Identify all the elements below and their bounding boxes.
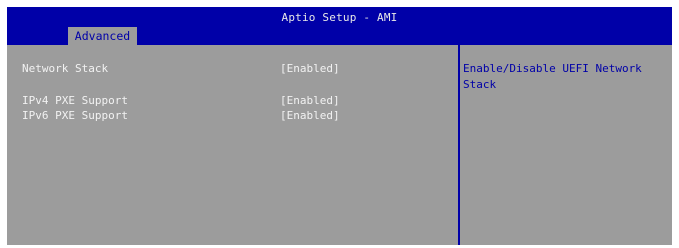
help-text-line: Stack xyxy=(463,78,497,91)
setting-value[interactable]: [Enabled] xyxy=(280,62,340,76)
setting-label: IPv6 PXE Support xyxy=(22,109,128,122)
setting-value[interactable]: [Enabled] xyxy=(280,109,340,123)
setting-value[interactable]: [Enabled] xyxy=(280,94,340,108)
setting-network-stack[interactable]: Network Stack [Enabled] xyxy=(7,62,452,76)
help-panel: Enable/Disable UEFI Network Stack xyxy=(463,61,663,93)
panel-divider xyxy=(458,45,460,245)
setting-label: Network Stack xyxy=(22,62,109,75)
title-bar: Aptio Setup - AMI Advanced xyxy=(7,7,672,45)
setting-ipv4-pxe-support[interactable]: IPv4 PXE Support [Enabled] xyxy=(7,94,452,108)
tab-advanced[interactable]: Advanced xyxy=(68,27,137,45)
setting-ipv6-pxe-support[interactable]: IPv6 PXE Support [Enabled] xyxy=(7,109,452,123)
help-text-line: Enable/Disable UEFI Network xyxy=(463,62,642,75)
bios-screen: Aptio Setup - AMI Advanced Network Stack… xyxy=(7,7,672,245)
setting-label: IPv4 PXE Support xyxy=(22,94,128,107)
window-title: Aptio Setup - AMI xyxy=(281,11,398,24)
